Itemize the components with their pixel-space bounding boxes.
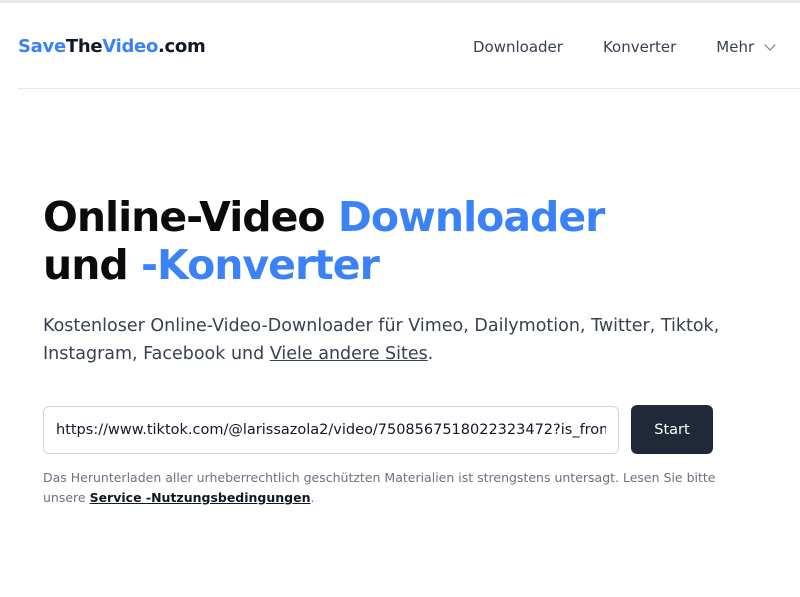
title-line1-accent: Downloader [337, 193, 606, 241]
url-input[interactable] [43, 406, 619, 454]
logo-part-video: Video [102, 36, 159, 57]
logo-part-the: The [65, 36, 103, 57]
logo-part-save: Save [18, 36, 66, 57]
nav-more-label: Mehr [716, 38, 755, 56]
logo-part-com: .com [158, 36, 206, 57]
disclaimer-end: . [310, 490, 315, 505]
nav-more[interactable]: Mehr [716, 38, 776, 56]
title-line2-accent: -Konverter [141, 241, 380, 289]
main-nav: Downloader Konverter Mehr [473, 38, 776, 56]
subtitle-end: . [427, 344, 434, 364]
chevron-down-icon [764, 38, 776, 51]
site-logo[interactable]: SaveTheVideo.com [18, 36, 206, 57]
other-sites-link[interactable]: Viele andere Sites [270, 344, 428, 364]
site-header: SaveTheVideo.com Downloader Konverter Me… [18, 3, 800, 89]
nav-converter[interactable]: Konverter [603, 38, 676, 56]
start-button[interactable]: Start [631, 405, 713, 454]
title-line2-plain: und [43, 241, 141, 289]
title-line1-plain: Online-Video [43, 193, 338, 241]
copyright-disclaimer: Das Herunterladen aller urheberrechtlich… [43, 468, 723, 508]
hero-subtitle: Kostenloser Online-Video-Downloader für … [43, 312, 743, 368]
page-title: Online-Video Downloader und -Konverter [43, 193, 606, 289]
nav-downloader[interactable]: Downloader [473, 38, 563, 56]
terms-link[interactable]: Service -Nutzungsbedingungen [90, 490, 311, 505]
